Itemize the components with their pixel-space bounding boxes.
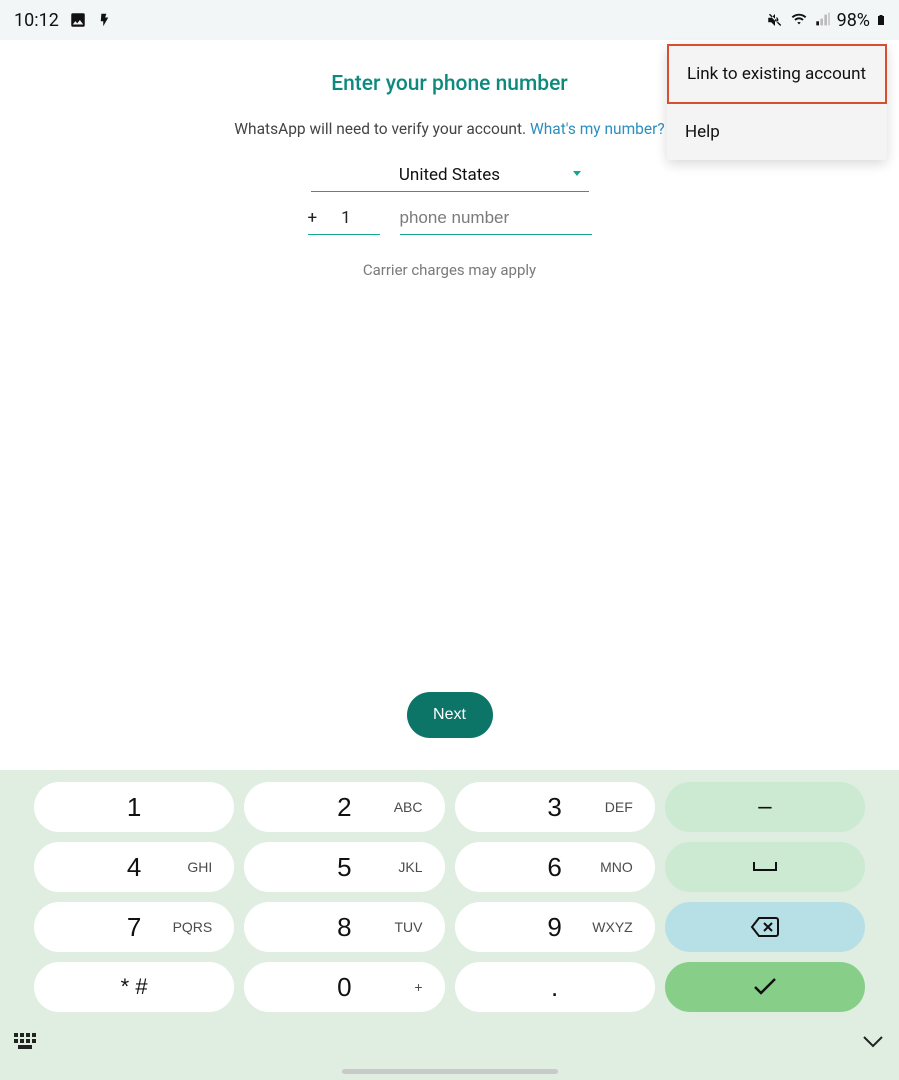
chevron-down-icon	[569, 165, 585, 184]
flash-icon	[97, 11, 112, 29]
country-code: 1	[341, 208, 351, 228]
image-icon	[69, 11, 87, 29]
whats-my-number-link[interactable]: What's my number?	[530, 120, 665, 138]
key-submit[interactable]	[665, 962, 865, 1012]
key-8[interactable]: 8TUV	[244, 902, 444, 952]
key-star-hash[interactable]: * #	[34, 962, 234, 1012]
status-left: 10:12	[14, 10, 112, 31]
key-3[interactable]: 3DEF	[455, 782, 655, 832]
key-1[interactable]: 1	[34, 782, 234, 832]
country-code-field[interactable]: + 1	[308, 208, 380, 235]
key-7[interactable]: 7PQRS	[34, 902, 234, 952]
status-right: 98%	[766, 10, 887, 31]
key-0[interactable]: 0+	[244, 962, 444, 1012]
key-4[interactable]: 4GHI	[34, 842, 234, 892]
key-backspace[interactable]	[665, 902, 865, 952]
overflow-menu: Link to existing account Help	[667, 44, 887, 160]
signal-icon	[814, 12, 832, 28]
battery-text: 98%	[837, 10, 870, 31]
key-period[interactable]: .	[455, 962, 655, 1012]
key-space[interactable]	[665, 842, 865, 892]
status-bar: 10:12 98%	[0, 0, 899, 40]
menu-link-existing-account[interactable]: Link to existing account	[667, 44, 887, 104]
keyboard-switch-icon[interactable]	[12, 1028, 40, 1056]
carrier-note: Carrier charges may apply	[363, 261, 536, 279]
home-indicator[interactable]	[342, 1069, 558, 1074]
backspace-icon	[750, 916, 780, 938]
plus-sign: +	[308, 208, 318, 228]
subtitle: WhatsApp will need to verify your accoun…	[234, 120, 664, 138]
mute-icon	[766, 11, 784, 29]
key-9[interactable]: 9WXYZ	[455, 902, 655, 952]
status-time: 10:12	[14, 10, 59, 31]
space-icon	[752, 860, 778, 874]
subtitle-text: WhatsApp will need to verify your accoun…	[234, 120, 530, 138]
check-icon	[752, 977, 778, 997]
key-2[interactable]: 2ABC	[244, 782, 444, 832]
battery-icon	[875, 11, 887, 29]
next-button[interactable]: Next	[407, 692, 493, 738]
keyboard-hide-icon[interactable]	[859, 1028, 887, 1056]
phone-number-field[interactable]	[400, 208, 592, 235]
key-6[interactable]: 6MNO	[455, 842, 655, 892]
key-5[interactable]: 5JKL	[244, 842, 444, 892]
country-select[interactable]: United States	[311, 158, 589, 192]
phone-row: + 1	[308, 208, 592, 235]
menu-help[interactable]: Help	[667, 104, 887, 160]
key-minus[interactable]: –	[665, 782, 865, 832]
country-label: United States	[399, 165, 500, 185]
page-title: Enter your phone number	[331, 72, 568, 96]
wifi-icon	[789, 12, 809, 28]
numeric-keypad: 1 2ABC 3DEF – 4GHI 5JKL 6MNO 7PQRS 8TUV …	[0, 770, 899, 1080]
phone-input[interactable]	[400, 208, 592, 228]
